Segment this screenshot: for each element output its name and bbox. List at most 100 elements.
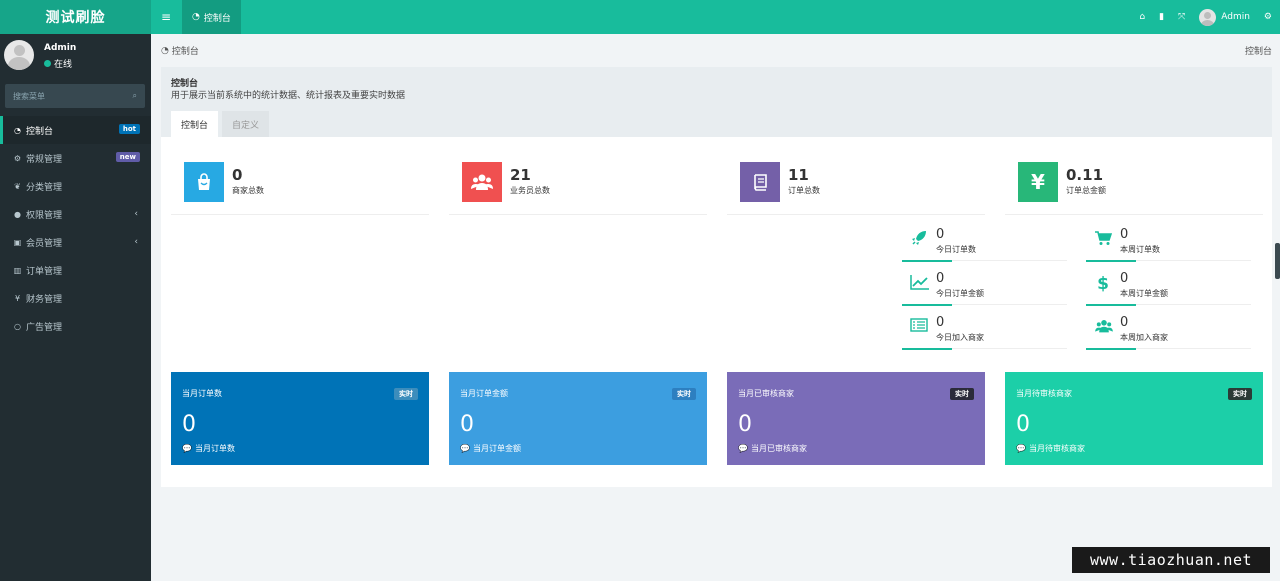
mini-stat-label: 今日订单金额 — [936, 289, 984, 298]
tab-dashboard[interactable]: ◔ 控制台 — [182, 0, 241, 34]
mini-stat-value: 0 — [936, 315, 945, 330]
sidebar-item-general[interactable]: ⚙ 常规管理 new — [0, 144, 151, 172]
new-badge: new — [115, 152, 140, 162]
card-title: 当月订单金额 — [460, 389, 508, 398]
stat-value: 0 — [232, 166, 243, 184]
shopping-bag-icon — [184, 162, 224, 202]
online-dot-icon — [44, 60, 51, 67]
trash-icon[interactable]: ▮ — [1159, 12, 1164, 22]
book-icon — [740, 162, 780, 202]
yen-icon: ¥ — [1018, 162, 1058, 202]
realtime-badge: 实时 — [672, 388, 696, 400]
top-navbar: 测试刷脸 ≡ ◔ 控制台 ⌂ ▮ ⤧ Admin ⚙ — [0, 0, 1280, 34]
sidebar-item-dashboard[interactable]: ◔ 控制台 hot — [0, 116, 151, 144]
card-footer: 💬 当月订单金额 — [460, 443, 521, 454]
hot-badge: hot — [118, 124, 140, 134]
dollar-icon: $ — [1097, 274, 1109, 294]
menu-icon: ≡ — [160, 10, 172, 24]
progress-bar — [1086, 260, 1136, 262]
sidebar-item-label: 分类管理 — [26, 182, 63, 193]
stat-salesmen: 21 业务员总数 — [449, 160, 707, 215]
tab-custom[interactable]: 自定义 — [222, 111, 270, 137]
avatar — [1199, 8, 1217, 26]
circle-icon: ○ — [14, 321, 21, 331]
user-status-label: 在线 — [54, 60, 73, 70]
search-icon[interactable]: ⌕ — [133, 91, 137, 101]
card-footer: 💬 当月已审核商家 — [738, 443, 807, 454]
sidebar-item-label: 广告管理 — [26, 322, 63, 333]
mini-stat-week-amount: $ 0 本周订单金额 — [1086, 271, 1251, 306]
mini-stat-label: 本周加入商家 — [1120, 333, 1168, 342]
scrollbar[interactable] — [1275, 243, 1280, 279]
sidebar-toggle-button[interactable]: ≡ — [155, 0, 177, 34]
brand-logo[interactable]: 测试刷脸 — [0, 0, 151, 34]
user-card-icon: ▣ — [13, 237, 22, 247]
breadcrumb-label[interactable]: 控制台 — [172, 44, 199, 57]
stat-label: 业务员总数 — [510, 186, 550, 195]
gears-icon[interactable]: ⚙ — [1264, 12, 1272, 22]
mini-stat-value: 0 — [1120, 271, 1129, 286]
fullscreen-icon[interactable]: ⤧ — [1178, 12, 1185, 22]
panel-heading: 控制台 用于展示当前系统中的统计数据、统计报表及重要实时数据 控制台 自定义 — [161, 67, 1272, 137]
card-month-pending: 当月待审核商家 实时 0 💬 当月待审核商家 — [1005, 372, 1263, 465]
navbar-tools: ⌂ ▮ ⤧ Admin ⚙ — [1139, 0, 1272, 34]
card-footer: 💬 当月订单数 — [182, 443, 235, 454]
card-title: 当月订单数 — [182, 389, 222, 398]
mini-stat-label: 今日订单数 — [936, 245, 976, 254]
card-title: 当月待审核商家 — [1016, 389, 1072, 398]
main-content: ◔ 控制台 控制台 控制台 用于展示当前系统中的统计数据、统计报表及重要实时数据… — [151, 34, 1280, 581]
stat-value: 21 — [510, 166, 531, 184]
sidebar-item-auth[interactable]: ● 权限管理 ‹ — [0, 200, 151, 228]
progress-bar — [902, 348, 952, 350]
realtime-badge: 实时 — [1228, 388, 1252, 400]
mini-stat-week-merchants: 0 本周加入商家 — [1086, 315, 1251, 350]
card-value: 0 — [182, 412, 196, 437]
home-icon[interactable]: ⌂ — [1139, 12, 1145, 22]
card-footer-label: 当月订单数 — [194, 444, 235, 453]
mini-stat-label: 本周订单金额 — [1120, 289, 1168, 298]
page-description: 用于展示当前系统中的统计数据、统计报表及重要实时数据 — [171, 91, 406, 101]
mini-stat-label: 本周订单数 — [1120, 245, 1160, 254]
sidebar-item-order[interactable]: ▥ 订单管理 — [0, 256, 151, 284]
mini-stat-today-orders: 0 今日订单数 — [902, 227, 1067, 262]
stat-value: 0.11 — [1066, 166, 1104, 184]
mini-stat-value: 0 — [936, 271, 945, 286]
sidebar-item-label: 订单管理 — [26, 266, 63, 277]
card-value: 0 — [1016, 412, 1030, 437]
card-footer-label: 当月订单金额 — [472, 444, 521, 453]
stat-value: 11 — [788, 166, 809, 184]
search-input[interactable]: 搜索菜单 ⌕ — [5, 84, 145, 108]
mini-stat-value: 0 — [936, 227, 945, 242]
bar-chart-icon: ▥ — [13, 265, 22, 275]
card-title: 当月已审核商家 — [738, 389, 794, 398]
sidebar-item-finance[interactable]: ¥ 财务管理 — [0, 284, 151, 312]
mini-stat-label: 今日加入商家 — [936, 333, 984, 342]
sidebar-item-category[interactable]: ❦ 分类管理 — [0, 172, 151, 200]
leaf-icon: ❦ — [14, 181, 21, 191]
list-icon — [910, 318, 928, 336]
tab-dashboard-label: 控制台 — [203, 13, 231, 24]
stat-order-amount: ¥ 0.11 订单总金额 — [1005, 160, 1263, 215]
dashboard-icon: ◔ — [161, 45, 169, 56]
mini-stat-value: 0 — [1120, 315, 1129, 330]
user-status: 在线 — [44, 57, 72, 70]
user-panel: Admin 在线 — [4, 40, 149, 74]
mini-stat-today-merchants: 0 今日加入商家 — [902, 315, 1067, 350]
card-value: 0 — [738, 412, 752, 437]
chevron-left-icon: ‹ — [134, 209, 138, 219]
card-month-approved: 当月已审核商家 实时 0 💬 当月已审核商家 — [727, 372, 985, 465]
progress-bar — [902, 304, 952, 306]
breadcrumb: ◔ 控制台 — [161, 44, 199, 58]
sidebar-item-ads[interactable]: ○ 广告管理 — [0, 312, 151, 340]
card-footer: 💬 当月待审核商家 — [1016, 443, 1085, 454]
comment-icon: 💬 — [182, 444, 192, 453]
mini-stat-week-orders: 0 本周订单数 — [1086, 227, 1251, 262]
sidebar-item-label: 财务管理 — [26, 294, 63, 305]
sidebar-item-member[interactable]: ▣ 会员管理 ‹ — [0, 228, 151, 256]
line-chart-icon — [910, 274, 929, 294]
tab-dashboard[interactable]: 控制台 — [171, 111, 219, 137]
user-menu[interactable]: Admin — [1199, 8, 1250, 26]
chevron-left-icon: ‹ — [134, 237, 138, 247]
group-icon: ● — [14, 209, 21, 219]
stat-label: 商家总数 — [232, 186, 264, 195]
